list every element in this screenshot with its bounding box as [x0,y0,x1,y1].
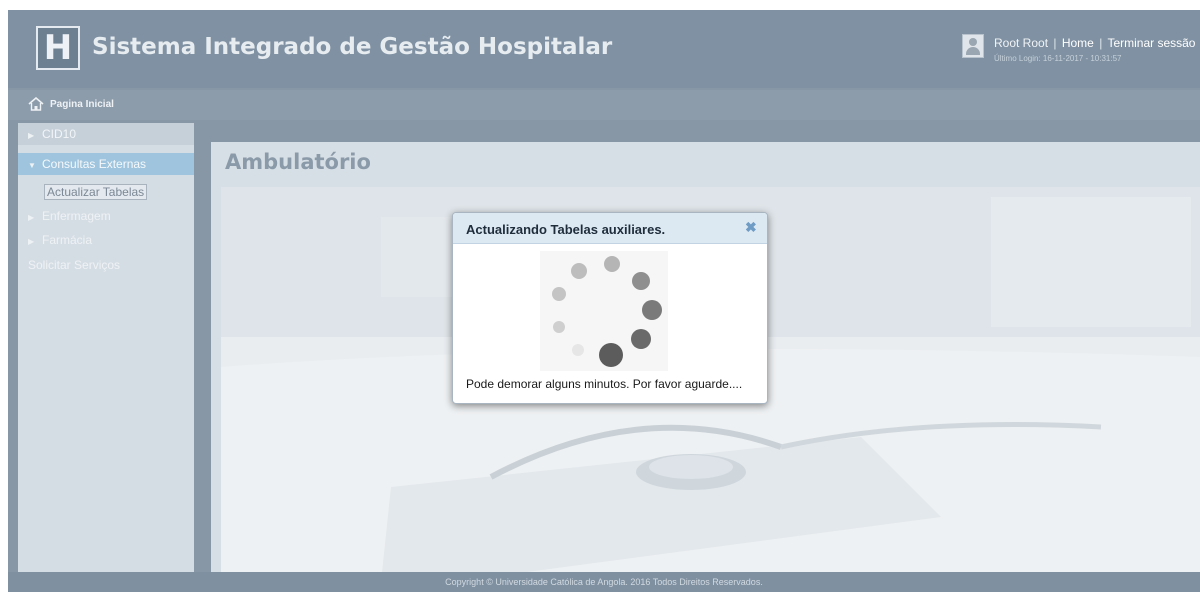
chevron-right-icon: ▶ [28,237,35,246]
separator: | [1053,36,1057,50]
sidebar-item-actualizar-tabelas[interactable]: Actualizar Tabelas [44,184,148,200]
app-title: Sistema Integrado de Gestão Hospitalar [92,34,613,60]
chevron-right-icon: ▶ [28,131,35,140]
dialog-header: Actualizando Tabelas auxiliares. ✖ [453,213,767,244]
sidebar-item-label: Solicitar Serviços [28,258,121,272]
close-icon[interactable]: ✖ [745,219,757,236]
sidebar-item-solicitar-servicos[interactable]: Solicitar Serviços [28,258,120,272]
sidebar-item-label: Consultas Externas [42,157,147,171]
home-link[interactable]: Home [1062,36,1094,50]
app-header: H Sistema Integrado de Gestão Hospitalar… [8,10,1200,88]
sidebar-item-label: CID10 [42,127,77,141]
home-icon[interactable] [28,97,44,111]
chevron-right-icon: ▶ [28,213,35,222]
user-avatar-icon [962,34,984,58]
sidebar-item-label: Enfermagem [42,209,111,223]
user-name: Root Root [994,36,1049,50]
breadcrumb: Pagina Inicial [8,90,1200,120]
separator: | [1099,36,1103,50]
breadcrumb-home-link[interactable]: Pagina Inicial [50,99,114,110]
user-links: Root Root | Home | Terminar sessão [994,36,1195,50]
dialog-message: Pode demorar alguns minutos. Por favor a… [466,377,743,391]
logo-letter: H [43,28,73,68]
sidebar-item-label: Farmácia [42,233,93,247]
loading-dialog: Actualizando Tabelas auxiliares. ✖ Pode … [452,212,768,404]
footer: Copyright © Universidade Católica de Ang… [8,572,1200,592]
loading-spinner-icon [540,251,668,371]
sidebar-item-consultas-externas[interactable]: ▼ Consultas Externas [18,153,194,175]
sidebar: ▶ CID10 ▼ Consultas Externas Actualizar Ta… [18,123,194,585]
hospital-logo-icon[interactable]: H [36,26,80,70]
page-title: Ambulatório [225,150,371,174]
dialog-title: Actualizando Tabelas auxiliares. [466,222,666,237]
sidebar-item-farmacia[interactable]: ▶ Farmácia [28,233,92,247]
chevron-down-icon: ▼ [28,161,36,170]
sidebar-item-enfermagem[interactable]: ▶ Enfermagem [28,209,111,223]
sidebar-item-cid10[interactable]: ▶ CID10 [18,123,194,145]
last-login-text: Último Login: 16-11-2017 - 10:31:57 [994,54,1122,63]
logout-link[interactable]: Terminar sessão [1107,36,1195,50]
